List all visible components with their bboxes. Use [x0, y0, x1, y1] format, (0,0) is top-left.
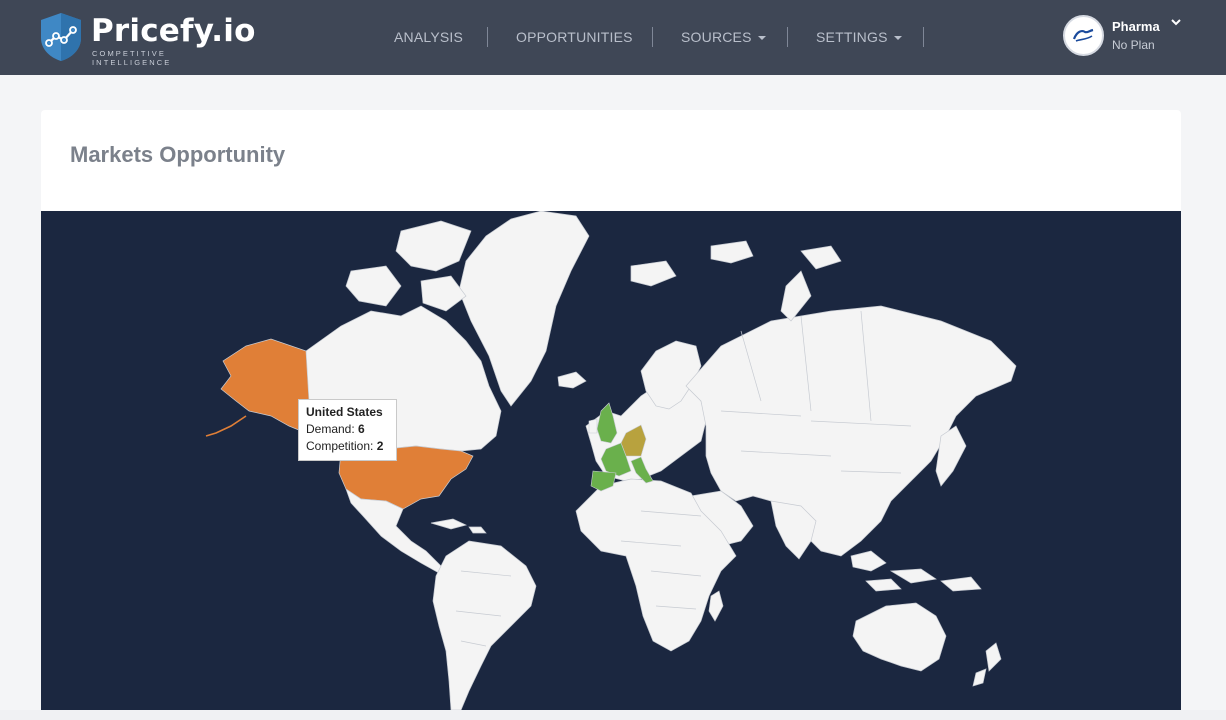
map-region-ireland: [588, 418, 598, 434]
account-menu[interactable]: Pharma No Plan: [1063, 15, 1213, 59]
nav-divider: [923, 27, 924, 47]
tooltip-demand-label: Demand:: [306, 422, 355, 436]
tooltip-competition: Competition: 2: [306, 438, 389, 455]
pricefy-logo[interactable]: Pricefy.io COMPETITIVE INTELLIGENCE: [40, 11, 255, 67]
tooltip-competition-value: 2: [376, 439, 384, 453]
world-map[interactable]: United States Demand: 6 Competition: 2: [41, 211, 1181, 710]
nav-settings[interactable]: SETTINGS: [816, 29, 902, 45]
map-region-united-kingdom[interactable]: [596, 402, 618, 444]
nav-divider: [487, 27, 488, 47]
map-region-canada-islands[interactable]: [345, 220, 472, 312]
tooltip-competition-label: Competition:: [306, 439, 374, 453]
map-region-south-america[interactable]: [432, 540, 537, 710]
top-navbar: Pricefy.io COMPETITIVE INTELLIGENCE ANAL…: [0, 0, 1226, 75]
nav-opportunities[interactable]: OPPORTUNITIES: [516, 29, 633, 45]
page-title: Markets Opportunity: [70, 142, 286, 167]
map-region-iceland[interactable]: [557, 371, 587, 389]
nav-opportunities-label: OPPORTUNITIES: [516, 29, 633, 45]
account-name: Pharma: [1112, 19, 1160, 34]
nav-sources[interactable]: SOURCES: [681, 29, 766, 45]
tooltip-country: United States: [306, 405, 383, 419]
page-footer-strip: [0, 710, 1226, 720]
map-tooltip: United States Demand: 6 Competition: 2: [298, 399, 397, 461]
nav-sources-label: SOURCES: [681, 29, 752, 45]
account-plan: No Plan: [1112, 38, 1155, 52]
nav-settings-label: SETTINGS: [816, 29, 888, 45]
caret-down-icon: [757, 36, 766, 41]
logo-tagline: COMPETITIVE INTELLIGENCE: [92, 49, 172, 67]
map-region-caribbean[interactable]: [430, 518, 487, 534]
world-map-svg: [205, 211, 1017, 710]
logo-name: Pricefy.io: [91, 13, 256, 49]
tooltip-demand: Demand: 6: [306, 421, 389, 438]
map-region-arctic-islands[interactable]: [630, 240, 842, 322]
nav-divider: [652, 27, 653, 47]
map-region-southeast-asia[interactable]: [850, 550, 982, 592]
boots-logo-icon: [1068, 20, 1099, 51]
map-region-aleutians: [205, 415, 247, 437]
caret-down-icon: [893, 36, 902, 41]
avatar[interactable]: [1063, 15, 1104, 56]
tooltip-demand-value: 6: [358, 422, 365, 436]
map-region-australia[interactable]: [852, 602, 947, 672]
map-region-new-zealand[interactable]: [972, 642, 1002, 687]
map-region-alaska[interactable]: [220, 338, 310, 434]
map-region-madagascar[interactable]: [708, 590, 724, 622]
nav-divider: [787, 27, 788, 47]
chevron-down-icon[interactable]: [1170, 18, 1182, 27]
nav-analysis[interactable]: ANALYSIS: [394, 29, 463, 45]
shield-logo-icon: [41, 13, 81, 61]
markets-opportunity-card: Markets Opportunity: [41, 110, 1181, 211]
nav-analysis-label: ANALYSIS: [394, 29, 464, 45]
